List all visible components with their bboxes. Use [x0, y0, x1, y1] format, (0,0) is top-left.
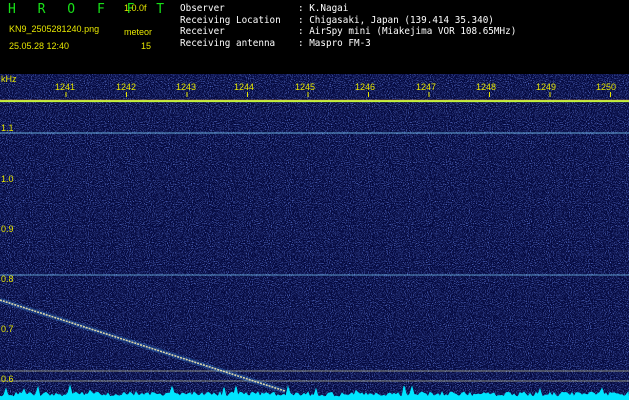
app-version: 1.0.0f	[124, 3, 147, 13]
y-tick-label: 1.1	[1, 123, 14, 133]
x-tick-label: 1246	[355, 82, 376, 92]
info-value: : K.Nagai	[298, 3, 349, 14]
x-tick-label: 1244	[234, 82, 255, 92]
detection-mode: meteor	[124, 27, 153, 37]
timestamp: 25.05.28 12:40	[9, 41, 70, 51]
image-filename: KN9_2505281240.png	[9, 24, 100, 34]
x-tick-label: 1243	[176, 82, 197, 92]
y-tick-label: 1.0	[1, 174, 14, 184]
axis-unit-label: kHz	[1, 74, 17, 84]
y-tick-label: 0.7	[1, 324, 14, 334]
x-tick-label: 1250	[596, 82, 617, 92]
spectrogram-panel[interactable]	[0, 74, 629, 400]
x-tick-label: 1242	[116, 82, 137, 92]
y-tick-label: 0.8	[1, 274, 14, 284]
x-tick-label: 1248	[476, 82, 497, 92]
spectrogram	[0, 74, 629, 400]
station-info: Observer : K.Nagai Receiving Location : Ch…	[180, 3, 516, 49]
info-label: Receiving antenna	[180, 37, 276, 49]
x-tick-label: 1249	[536, 82, 557, 92]
echo-count: 15	[141, 41, 152, 51]
x-tick-label: 1245	[295, 82, 316, 92]
info-label: Observer	[180, 3, 225, 14]
info-label: Receiver	[180, 26, 225, 37]
info-value: : AirSpy mini (Miakejima VOR 108.65MHz)	[298, 26, 517, 37]
info-label: Receiving Location	[180, 14, 281, 26]
info-row-antenna: Receiving antenna : Maspro FM-3	[180, 38, 516, 50]
info-value: : Maspro FM-3	[298, 37, 371, 49]
info-row-observer: Observer : K.Nagai	[180, 3, 516, 15]
info-row-receiver: Receiver : AirSpy mini (Miakejima VOR 108…	[180, 26, 516, 38]
y-tick-label: 0.9	[1, 224, 14, 234]
x-tick-label: 1247	[416, 82, 437, 92]
info-row-location: Receiving Location : Chigasaki, Japan (13…	[180, 15, 516, 27]
y-tick-label: 0.6	[1, 374, 14, 384]
x-tick-label: 1241	[55, 82, 76, 92]
info-value: : Chigasaki, Japan (139.414 35.340)	[298, 14, 494, 26]
header-bar: H R O F F T 1.0.0f KN9_2505281240.png me…	[0, 0, 629, 73]
